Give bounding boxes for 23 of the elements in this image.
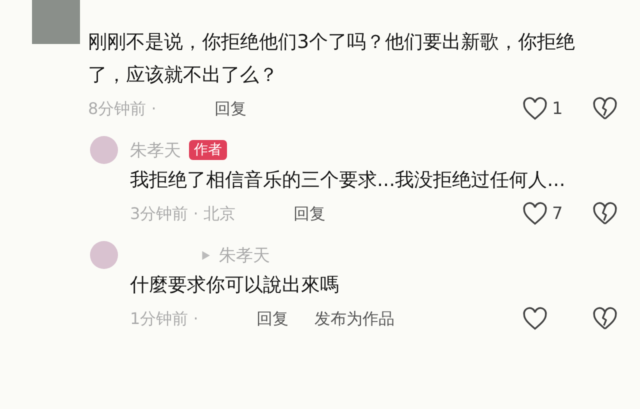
heart-icon[interactable] [522, 96, 548, 122]
reply-arrow-icon [200, 250, 211, 260]
broken-heart-icon[interactable] [592, 96, 618, 122]
comment-time: 8分钟前 · [88, 98, 156, 120]
publish-as-work-link[interactable]: 发布为作品 [314, 308, 394, 330]
comment-text: 刚刚不是说，你拒绝他们3个了吗？他们要出新歌，你拒绝了，应该就不出了么？ [88, 30, 576, 88]
heart-icon[interactable] [522, 306, 548, 332]
like-count: 1 [551, 99, 564, 119]
like-count: 7 [551, 204, 564, 224]
author-badge: 作者 [189, 140, 227, 160]
avatar-placeholder [32, 0, 80, 44]
reply-link[interactable]: 回复 [214, 98, 246, 120]
broken-heart-icon[interactable] [592, 201, 618, 227]
avatar-placeholder [90, 136, 118, 164]
reply-time: 3分钟前 · 北京 [130, 204, 236, 224]
reply-text: 什麼要求你可以說出來嗎 [130, 273, 340, 298]
reply-time: 1分钟前 · [130, 308, 198, 330]
reply-link[interactable]: 回复 [293, 204, 326, 224]
reply-text: 我拒绝了相信音乐的三个要求...我没拒绝过任何人... [130, 168, 566, 193]
broken-heart-icon[interactable] [592, 306, 618, 332]
reply-link[interactable]: 回复 [256, 308, 288, 330]
avatar-placeholder [90, 241, 118, 269]
heart-icon[interactable] [522, 201, 548, 227]
